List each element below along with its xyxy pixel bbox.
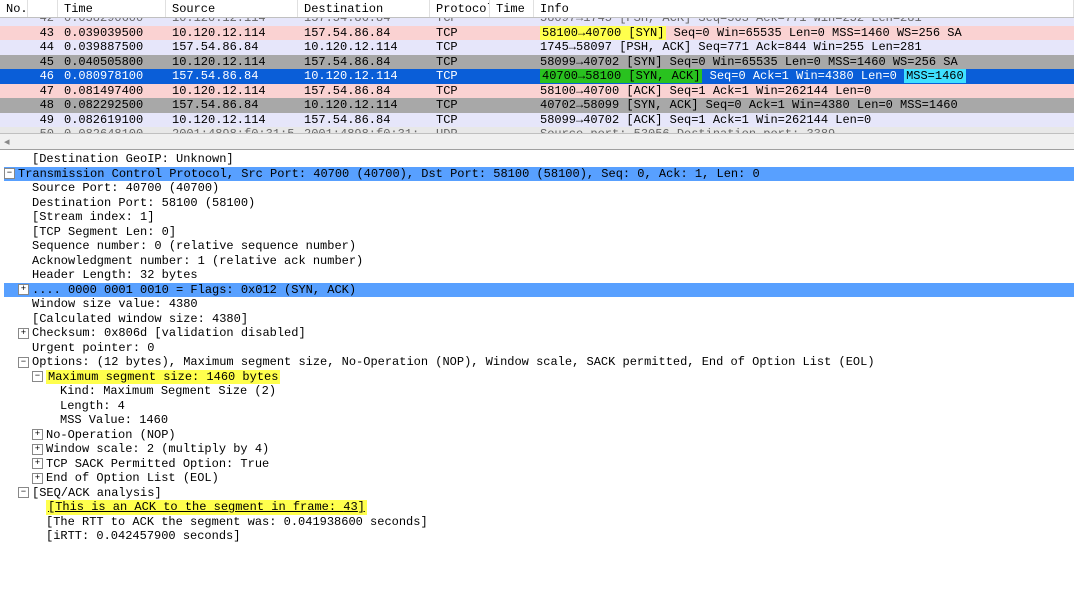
window-scale-line[interactable]: +Window scale: 2 (multiply by 4) <box>4 442 1074 457</box>
packet-details-pane[interactable]: [Destination GeoIP: Unknown] −Transmissi… <box>0 150 1074 590</box>
src-port-line[interactable]: Source Port: 40700 (40700) <box>4 181 1074 196</box>
expand-icon[interactable]: + <box>18 328 29 339</box>
dst-port-line[interactable]: Destination Port: 58100 (58100) <box>4 196 1074 211</box>
urgent-pointer-line[interactable]: Urgent pointer: 0 <box>4 341 1074 356</box>
mss-highlight: MSS=1460 <box>904 69 966 83</box>
seqack-analysis-line[interactable]: −[SEQ/ACK analysis] <box>4 486 1074 501</box>
packet-row[interactable]: 49 0.082619100 10.120.12.114 157.54.86.8… <box>0 113 1074 128</box>
col-time2[interactable]: Time <box>490 0 534 17</box>
packet-row[interactable]: 43 0.039039500 10.120.12.114 157.54.86.8… <box>0 26 1074 41</box>
packet-rows[interactable]: 42 0.038290600 10.120.12.114 157.54.86.8… <box>0 18 1074 133</box>
col-time[interactable]: Time <box>58 0 166 17</box>
window-size-line[interactable]: Window size value: 4380 <box>4 297 1074 312</box>
mss-length-line[interactable]: Length: 4 <box>4 399 1074 414</box>
nop-line[interactable]: +No-Operation (NOP) <box>4 428 1074 443</box>
packet-row-selected[interactable]: 46 0.080978100 157.54.86.84 10.120.12.11… <box>0 69 1074 84</box>
expand-icon[interactable]: + <box>32 444 43 455</box>
ack-link-line[interactable]: [This is an ACK to the segment in frame:… <box>4 500 1074 515</box>
collapse-icon[interactable]: − <box>4 168 15 179</box>
expand-icon[interactable]: + <box>32 429 43 440</box>
scroll-left-icon[interactable]: ◂ <box>4 135 10 148</box>
expand-icon[interactable]: + <box>18 284 29 295</box>
calc-window-line[interactable]: [Calculated window size: 4380] <box>4 312 1074 327</box>
rtt-line[interactable]: [The RTT to ACK the segment was: 0.04193… <box>4 515 1074 530</box>
geoip-line[interactable]: [Destination GeoIP: Unknown] <box>4 152 1074 167</box>
collapse-icon[interactable]: − <box>18 487 29 498</box>
mss-value-line[interactable]: MSS Value: 1460 <box>4 413 1074 428</box>
tcp-header-line[interactable]: −Transmission Control Protocol, Src Port… <box>4 167 1074 182</box>
mss-kind-line[interactable]: Kind: Maximum Segment Size (2) <box>4 384 1074 399</box>
collapse-icon[interactable]: − <box>32 371 43 382</box>
options-line[interactable]: −Options: (12 bytes), Maximum segment si… <box>4 355 1074 370</box>
syn-highlight: 58100→40700 [SYN] <box>540 26 666 40</box>
sack-opt-line[interactable]: +TCP SACK Permitted Option: True <box>4 457 1074 472</box>
ack-frame-link[interactable]: [This is an ACK to the segment in frame:… <box>46 500 367 515</box>
col-protocol[interactable]: Protocol <box>430 0 490 17</box>
packet-list-pane: No. Time Source Destination Protocol Tim… <box>0 0 1074 150</box>
packet-row[interactable]: 42 0.038290600 10.120.12.114 157.54.86.8… <box>0 18 1074 26</box>
horizontal-scrollbar[interactable]: ◂ <box>0 133 1074 149</box>
packet-row[interactable]: 45 0.040505800 10.120.12.114 157.54.86.8… <box>0 55 1074 70</box>
col-info[interactable]: Info <box>534 0 1074 17</box>
flags-line[interactable]: +.... 0000 0001 0010 = Flags: 0x012 (SYN… <box>4 283 1074 298</box>
mss-line[interactable]: −Maximum segment size: 1460 bytes <box>4 370 1074 385</box>
collapse-icon[interactable]: − <box>18 357 29 368</box>
irtt-line[interactable]: [iRTT: 0.042457900 seconds] <box>4 529 1074 544</box>
column-header-row: No. Time Source Destination Protocol Tim… <box>0 0 1074 18</box>
expand-icon[interactable]: + <box>32 473 43 484</box>
segment-len-line[interactable]: [TCP Segment Len: 0] <box>4 225 1074 240</box>
expand-icon[interactable]: + <box>32 458 43 469</box>
stream-index-line[interactable]: [Stream index: 1] <box>4 210 1074 225</box>
ack-number-line[interactable]: Acknowledgment number: 1 (relative ack n… <box>4 254 1074 269</box>
packet-row[interactable]: 47 0.081497400 10.120.12.114 157.54.86.8… <box>0 84 1074 99</box>
col-source[interactable]: Source <box>166 0 298 17</box>
col-destination[interactable]: Destination <box>298 0 430 17</box>
header-length-line[interactable]: Header Length: 32 bytes <box>4 268 1074 283</box>
eol-line[interactable]: +End of Option List (EOL) <box>4 471 1074 486</box>
packet-row[interactable]: 48 0.082292500 157.54.86.84 10.120.12.11… <box>0 98 1074 113</box>
synack-highlight: 40700→58100 [SYN, ACK] <box>540 69 702 83</box>
packet-row[interactable]: 44 0.039887500 157.54.86.84 10.120.12.11… <box>0 40 1074 55</box>
checksum-line[interactable]: +Checksum: 0x806d [validation disabled] <box>4 326 1074 341</box>
col-no[interactable]: No. <box>0 0 28 17</box>
sequence-line[interactable]: Sequence number: 0 (relative sequence nu… <box>4 239 1074 254</box>
